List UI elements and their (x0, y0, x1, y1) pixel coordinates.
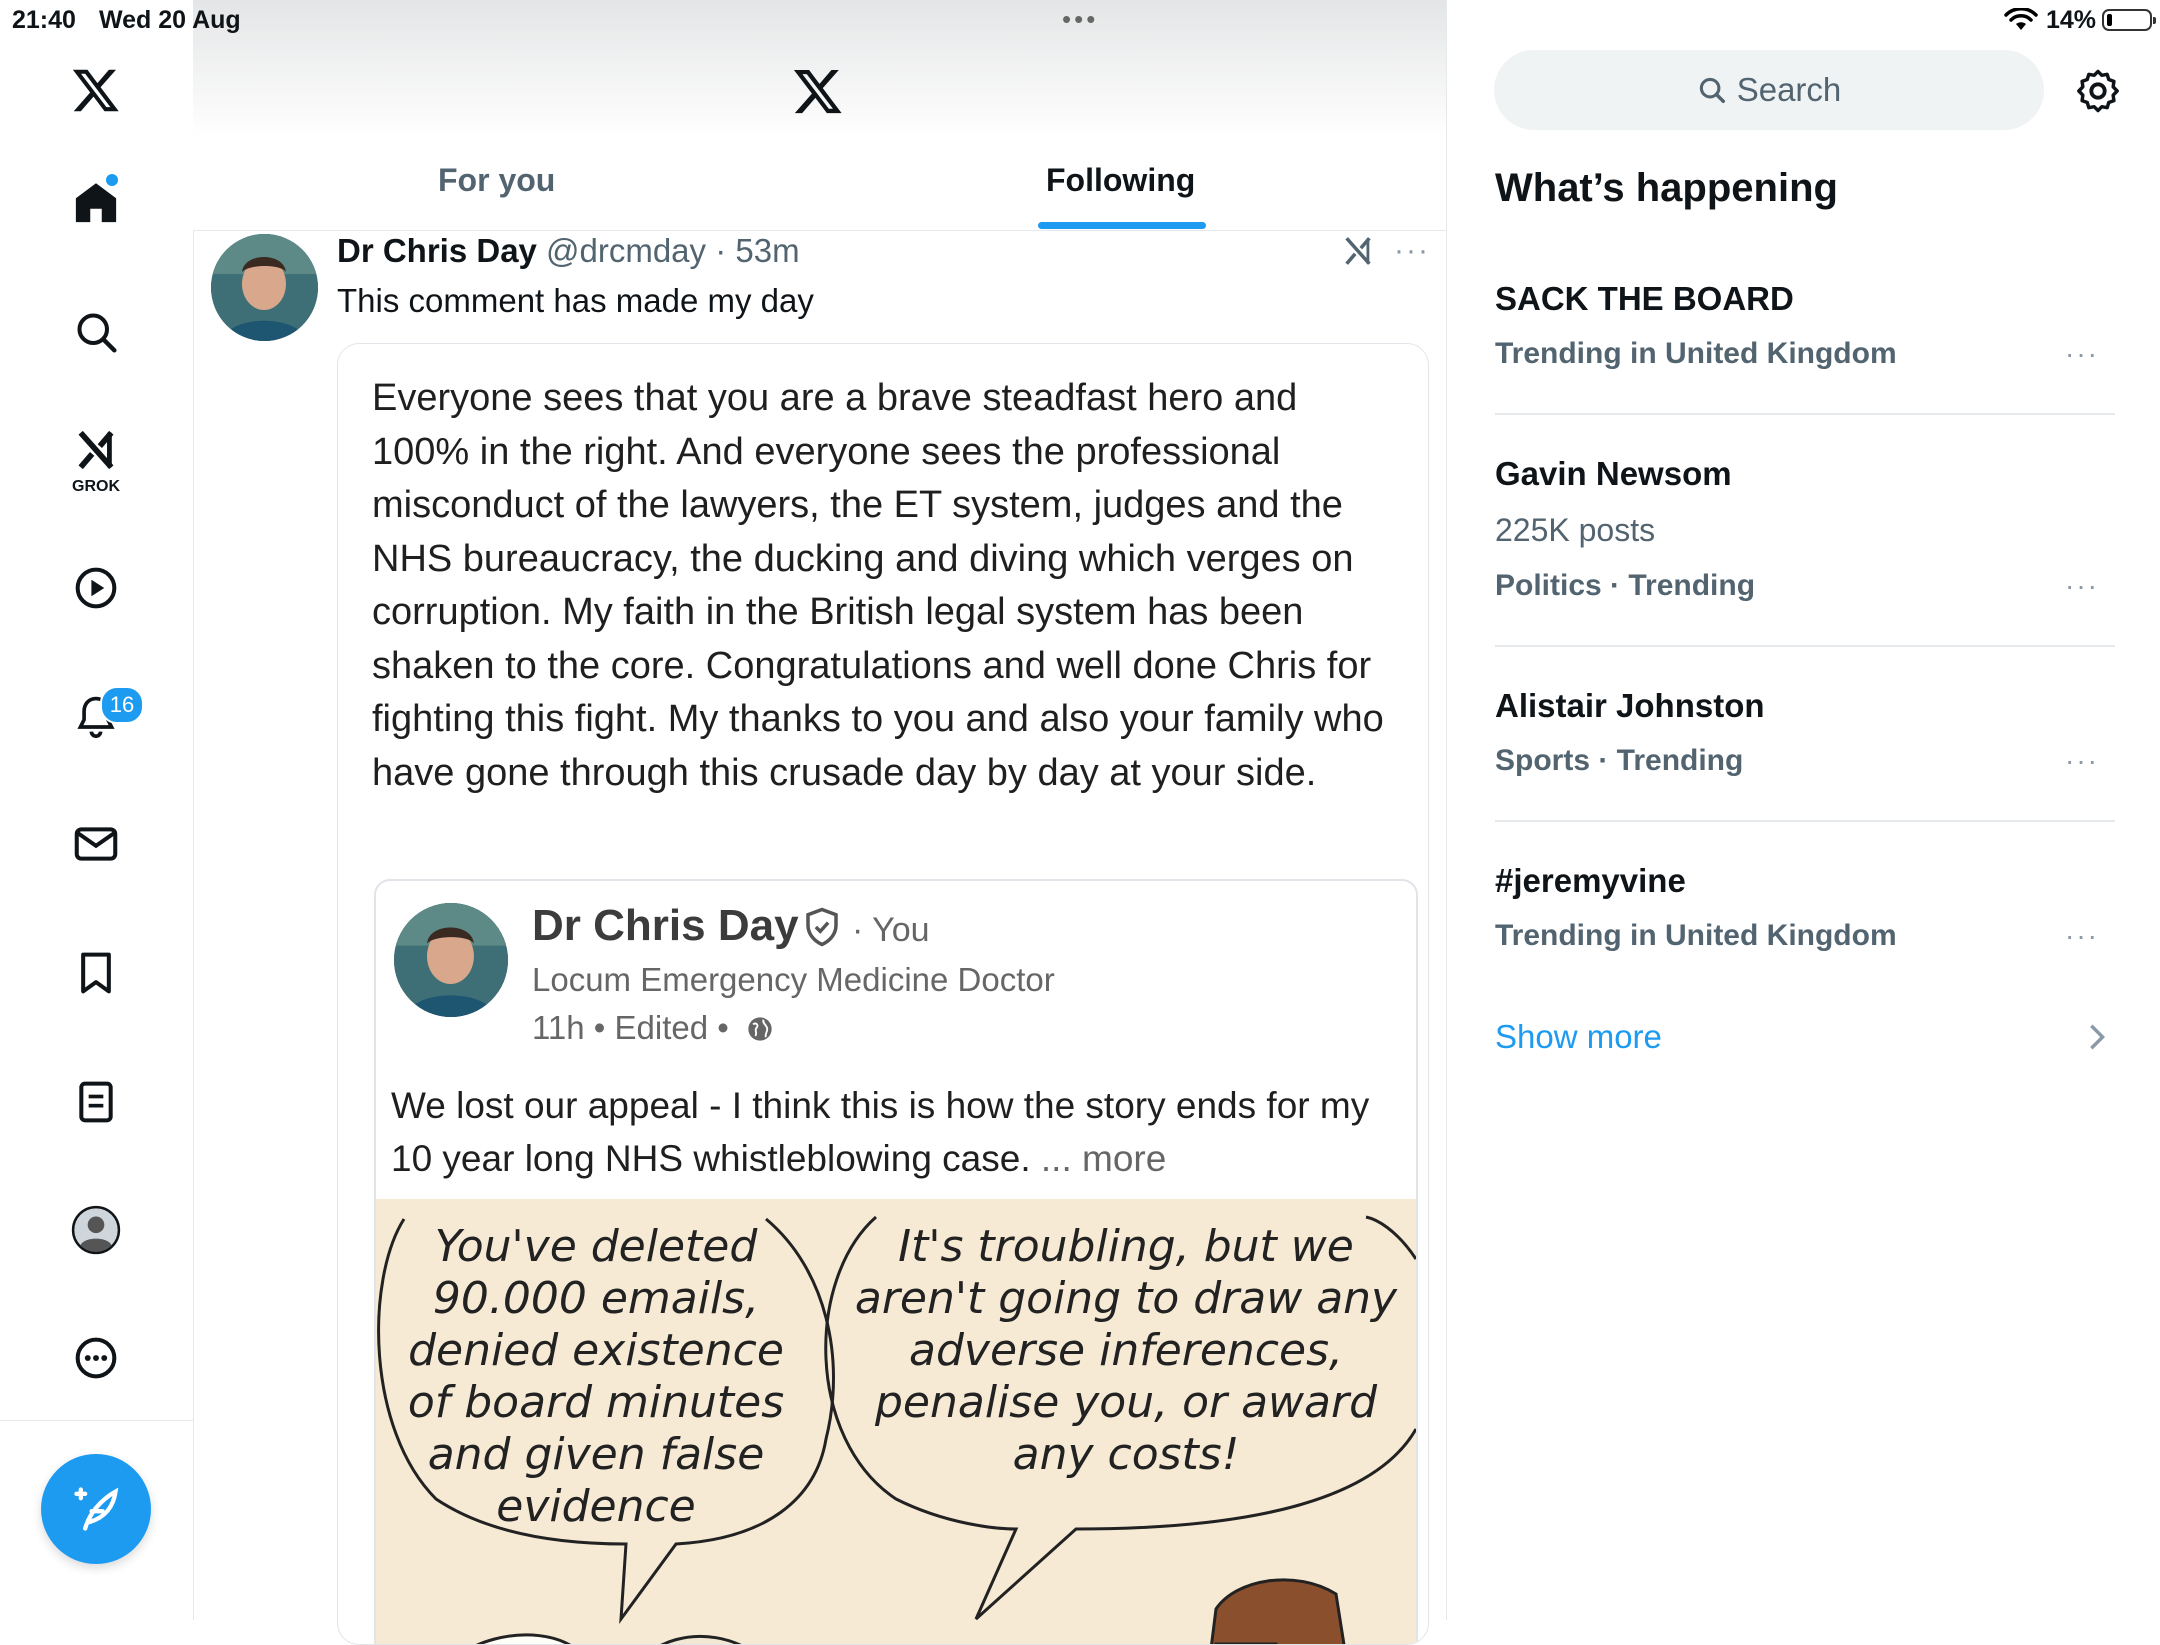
battery-icon (2102, 9, 2156, 31)
quoted-author-avatar (394, 903, 508, 1017)
cartoon-left-bubble: You've deleted 90.000 emails, denied exi… (407, 1221, 785, 1532)
grok-label: GROK (72, 478, 120, 495)
sidebar-divider (0, 1420, 193, 1421)
search-placeholder: Search (1736, 71, 1842, 108)
active-tab-indicator (1038, 222, 1206, 229)
quoted-post-time: 11h • Edited • (532, 1009, 729, 1046)
search-icon[interactable] (56, 292, 136, 372)
trend-post-count: 225K posts (1495, 512, 1656, 548)
more-circle-icon[interactable] (56, 1318, 136, 1398)
trend-meta: Trending in United Kingdom (1495, 337, 1897, 370)
tweet-text: This comment has made my day (337, 282, 814, 319)
cartoon-right-bubble: It's troubling, but we aren't going to d… (854, 1221, 1398, 1480)
tweet-author-avatar[interactable] (211, 234, 318, 341)
tweet-media-card[interactable]: Everyone sees that you are a brave stead… (337, 343, 1429, 1645)
screenshot-comment-text: Everyone sees that you are a brave stead… (372, 377, 1384, 794)
trend-meta: Trending in United Kingdom (1495, 919, 1897, 952)
quoted-author-name: Dr Chris Day (532, 901, 799, 950)
cartoon-image[interactable]: You've deleted 90.000 emails, denied exi… (376, 1199, 1416, 1644)
search-input[interactable]: Search (1494, 50, 2044, 130)
settings-gear-icon[interactable] (2075, 68, 2121, 114)
quoted-post-text: We lost our appeal - I think this is how… (391, 1079, 1401, 1185)
compose-feather-icon (74, 1487, 119, 1531)
trend-more-icon[interactable]: ··· (2065, 338, 2099, 370)
tweet-more-options-icon[interactable]: ··· (1394, 234, 1430, 268)
right-panel: Search What’s happening SACK THE BOARD T… (1447, 0, 2160, 1620)
trend-divider (1495, 645, 2115, 647)
tweet-author-name[interactable]: Dr Chris Day (337, 232, 537, 270)
battery-percent: 14% (2046, 6, 2097, 34)
wifi-icon (2004, 8, 2038, 30)
status-date: Wed 20 Aug (99, 6, 241, 34)
trend-more-icon[interactable]: ··· (2065, 745, 2099, 777)
tab-following[interactable]: Following (1046, 162, 1195, 199)
home-notification-dot (106, 174, 118, 186)
search-icon (1699, 77, 1725, 103)
status-bar: 21:40 Wed 20 Aug ••• 14% (0, 0, 2160, 40)
quoted-author-subtitle: Locum Emergency Medicine Doctor (532, 961, 1055, 998)
verified-shield-icon (806, 907, 838, 947)
bookmark-icon[interactable] (56, 933, 136, 1013)
multitasking-dots-icon[interactable]: ••• (1062, 4, 1098, 35)
home-icon[interactable] (56, 163, 136, 243)
tweet-handle-time[interactable]: @drcmday · 53m (546, 232, 800, 270)
trend-divider (1495, 413, 2115, 415)
grok-icon[interactable] (1340, 234, 1376, 268)
tab-for-you[interactable]: For you (438, 162, 555, 199)
sidebar: GROK 16 (0, 0, 194, 1620)
trend-title: Alistair Johnston (1495, 687, 1765, 724)
messages-envelope-icon[interactable] (56, 804, 136, 884)
quoted-post[interactable]: Dr Chris Day · You Locum Emergency Medic… (374, 879, 1418, 1644)
trend-meta: Sports · Trending (1495, 744, 1744, 777)
compose-button[interactable] (41, 1454, 151, 1564)
x-logo-icon[interactable] (791, 65, 845, 117)
trend-divider (1495, 820, 2115, 822)
profile-avatar-icon[interactable] (56, 1190, 136, 1270)
whats-happening-title: What’s happening (1495, 166, 1838, 210)
trend-more-icon[interactable]: ··· (2065, 920, 2099, 952)
status-time: 21:40 (12, 6, 76, 34)
quoted-post-body: We lost our appeal - I think this is how… (391, 1085, 1370, 1179)
notification-count-badge: 16 (100, 686, 144, 724)
x-logo-icon[interactable] (56, 50, 136, 130)
trend-title: #jeremyvine (1495, 862, 1686, 899)
trend-more-icon[interactable]: ··· (2065, 570, 2099, 602)
globe-icon (748, 1017, 772, 1041)
see-more-link[interactable]: ... more (1041, 1138, 1166, 1179)
show-more-link[interactable]: Show more (1495, 1018, 1662, 1056)
trend-title: SACK THE BOARD (1495, 280, 1794, 317)
trend-meta: Politics · Trending (1495, 569, 1756, 602)
lists-icon[interactable] (56, 1062, 136, 1142)
trend-title: Gavin Newsom (1495, 455, 1732, 492)
quoted-you-label: · You (852, 911, 930, 949)
chevron-right-icon[interactable] (2087, 1022, 2107, 1052)
video-play-icon[interactable] (56, 548, 136, 628)
